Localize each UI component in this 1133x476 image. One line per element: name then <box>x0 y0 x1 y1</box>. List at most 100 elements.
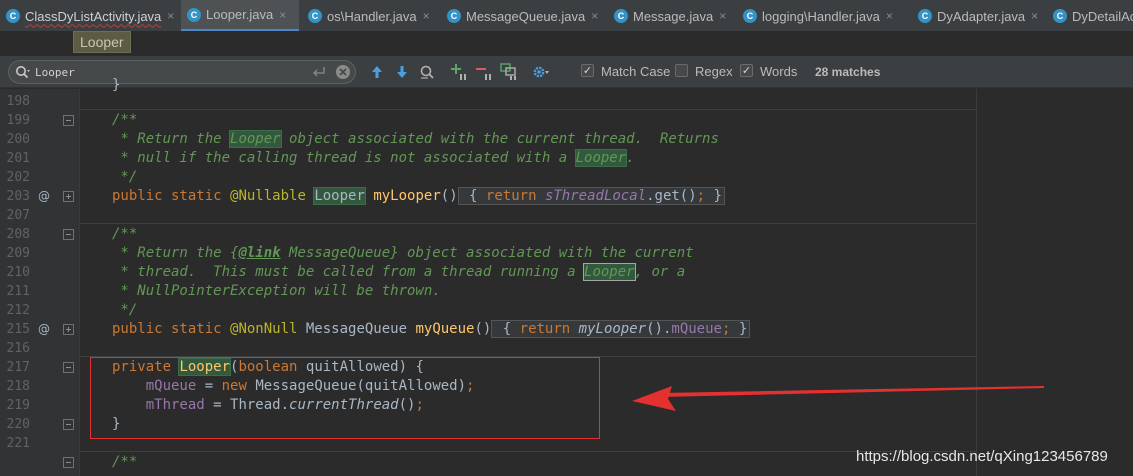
checkmark-icon: ✓ <box>582 64 593 77</box>
tab-classdylistactivity[interactable]: C ClassDyListActivity.java × <box>0 0 178 31</box>
code-line-209: * thread. This must be called from a thr… <box>112 263 685 282</box>
tab-logging-handler[interactable]: C logging\Handler.java × <box>737 0 909 31</box>
find-in-file-icon <box>420 65 434 79</box>
tab-message[interactable]: C Message.java × <box>608 0 734 31</box>
line-number: 212 <box>6 303 30 318</box>
java-class-icon: C <box>1053 9 1067 23</box>
java-class-icon: C <box>614 9 628 23</box>
line-number: 210 <box>6 265 30 280</box>
next-occurrence-button[interactable] <box>392 62 412 82</box>
tab-dydetail[interactable]: C DyDetailAc <box>1047 0 1133 31</box>
code-token: () <box>440 188 458 204</box>
close-icon[interactable]: × <box>279 8 286 22</box>
code-token: @Nullable <box>230 188 306 204</box>
fold-collapse-icon[interactable] <box>63 419 74 430</box>
line-number: 199 <box>6 113 30 128</box>
tab-label: os\Handler.java <box>327 8 417 24</box>
code-token: . <box>626 150 635 166</box>
match-count: 28 matches <box>815 65 881 79</box>
code-token: return <box>519 321 579 337</box>
code-token: } <box>705 188 722 204</box>
remove-selection-icon <box>476 68 491 80</box>
override-marker-icon[interactable]: @ <box>38 187 50 206</box>
code-token: { <box>494 321 520 337</box>
tab-dyadapter[interactable]: C DyAdapter.java × <box>912 0 1044 31</box>
close-icon[interactable]: × <box>719 9 726 23</box>
line-number: 219 <box>6 398 30 413</box>
method-separator <box>80 109 976 110</box>
match-case-checkbox[interactable]: ✓ <box>581 64 594 77</box>
search-icon[interactable] <box>15 65 31 79</box>
line-number: 209 <box>6 246 30 261</box>
code-token: */ <box>112 302 138 318</box>
line-number: 216 <box>6 341 30 356</box>
regex-label: Regex <box>695 64 733 79</box>
tab-os-handler[interactable]: C os\Handler.java × <box>302 0 438 31</box>
editor-tab-bar: C ClassDyListActivity.java × C Looper.ja… <box>0 0 1133 32</box>
words-label: Words <box>760 64 798 79</box>
fold-expand-icon[interactable] <box>63 191 74 202</box>
java-class-icon: C <box>918 9 932 23</box>
code-token: sThreadLocal <box>544 188 647 204</box>
code-token: mQueue <box>671 321 722 337</box>
search-match: Looper <box>574 149 628 167</box>
close-icon[interactable]: × <box>423 9 430 23</box>
clear-search-icon[interactable] <box>335 64 351 80</box>
fold-collapse-icon[interactable] <box>63 457 74 468</box>
tab-messagequeue[interactable]: C MessageQueue.java × <box>441 0 605 31</box>
select-all-occurrences-button[interactable] <box>499 62 519 82</box>
code-token: MessageQueue} object associated with the… <box>280 245 694 261</box>
code-line-199: /** <box>112 111 137 130</box>
java-class-icon: C <box>447 9 461 23</box>
fold-collapse-icon[interactable] <box>63 229 74 240</box>
tab-label: MessageQueue.java <box>466 8 586 24</box>
override-marker-icon[interactable]: @ <box>38 320 50 339</box>
code-token: myLooper <box>578 321 647 337</box>
code-line-208: * Return the {@link MessageQueue} object… <box>112 244 694 263</box>
search-input[interactable] <box>35 64 305 80</box>
search-box[interactable] <box>8 60 356 84</box>
close-icon[interactable]: × <box>167 9 174 23</box>
line-number: 217 <box>6 360 30 375</box>
code-line-202: */ <box>112 168 137 187</box>
code-token: */ <box>112 169 138 185</box>
tab-label: ClassDyListActivity.java <box>25 8 162 24</box>
code-token: * null if the calling thread is not asso… <box>112 150 576 166</box>
newline-icon[interactable] <box>312 66 326 78</box>
code-token: /** <box>112 226 138 242</box>
code-line-207: /** <box>112 225 137 244</box>
remove-occurrence-button[interactable] <box>474 62 494 82</box>
tab-tooltip: Looper <box>73 31 131 53</box>
folded-body[interactable]: { return sThreadLocal.get(); } <box>457 187 725 205</box>
add-occurrence-button[interactable] <box>449 62 469 82</box>
code-line-203: public static @Nullable Looper myLooper(… <box>112 187 725 206</box>
settings-button[interactable] <box>531 62 551 82</box>
folded-body[interactable]: { return myLooper().mQueue; } <box>491 320 751 338</box>
close-icon[interactable]: × <box>886 9 893 23</box>
close-icon[interactable]: × <box>1031 9 1038 23</box>
code-token: } <box>730 321 748 337</box>
arrow-down-icon <box>397 66 407 78</box>
code-line-211: */ <box>112 301 137 320</box>
code-token: myQueue <box>415 321 475 337</box>
match-case-label: Match Case <box>601 64 671 79</box>
fold-expand-icon[interactable] <box>63 324 74 335</box>
annotation-arrow-icon <box>632 386 1044 411</box>
regex-checkbox[interactable] <box>675 64 688 77</box>
code-token: @NonNull <box>230 321 298 337</box>
fold-collapse-icon[interactable] <box>63 115 74 126</box>
close-icon[interactable]: × <box>591 9 598 23</box>
find-bar: ✓ Match Case Regex ✓ Words 28 matches <box>0 56 1133 88</box>
previous-occurrence-button[interactable] <box>367 62 387 82</box>
code-token: { <box>460 188 486 204</box>
find-all-button[interactable] <box>417 62 437 82</box>
words-checkbox[interactable]: ✓ <box>740 64 753 77</box>
tab-looper[interactable]: C Looper.java × <box>181 0 299 31</box>
code-token: } <box>112 77 121 93</box>
fold-collapse-icon[interactable] <box>63 362 74 373</box>
arrow-up-icon <box>372 66 382 78</box>
watermark: https://blog.csdn.net/qXing123456789 <box>856 448 1108 465</box>
java-class-icon: C <box>6 9 20 23</box>
gear-icon <box>533 66 549 78</box>
code-token: () <box>474 321 492 337</box>
